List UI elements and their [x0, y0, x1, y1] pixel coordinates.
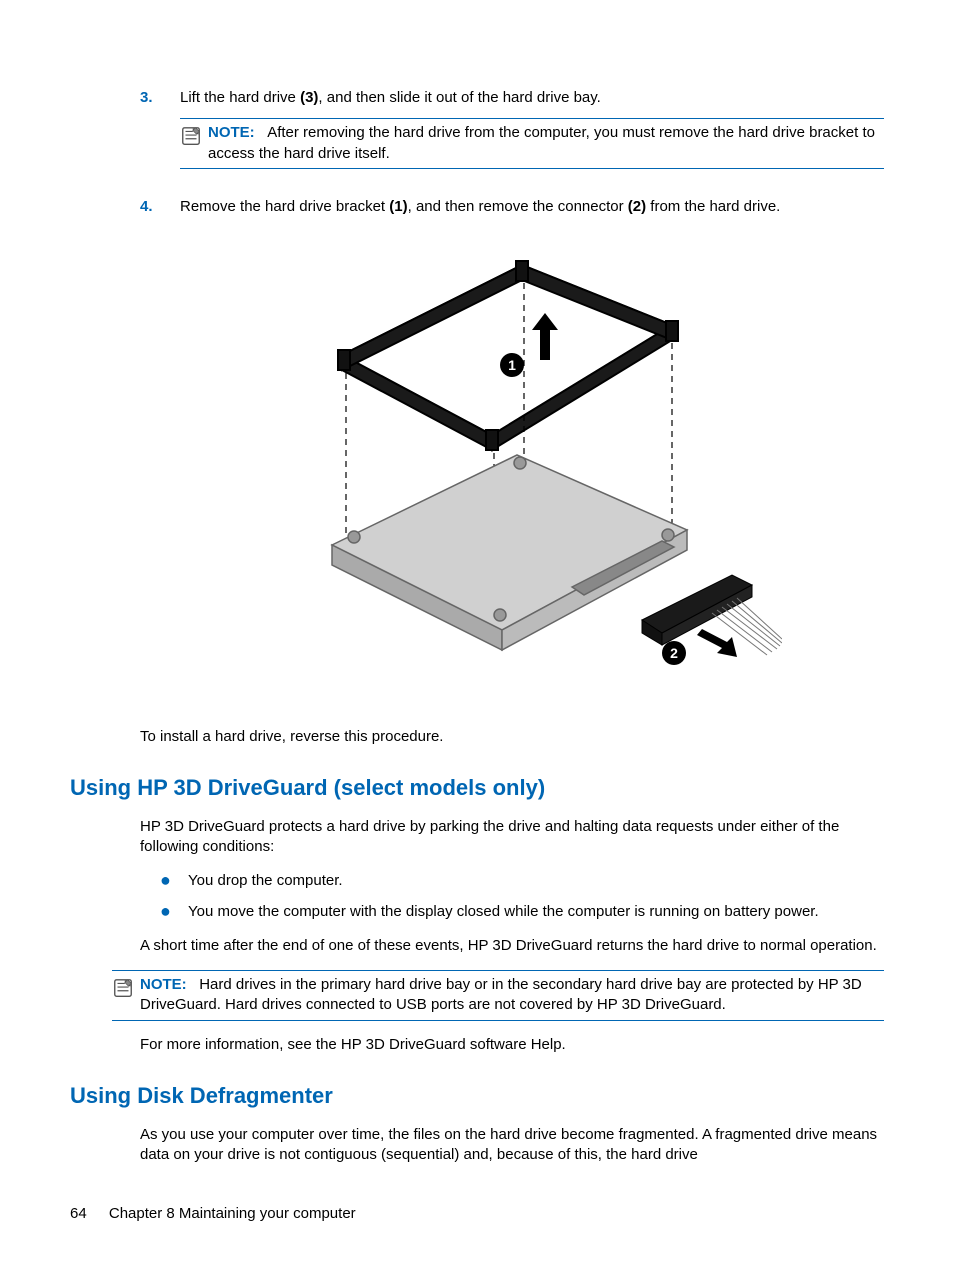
page-footer: 64 Chapter 8 Maintaining your computer — [70, 1204, 356, 1224]
note-box: NOTE: Hard drives in the primary hard dr… — [112, 970, 884, 1021]
ref-bold: (2) — [628, 198, 646, 215]
bullet-list: ● You drop the computer. ● You move the … — [140, 871, 884, 922]
paragraph: HP 3D DriveGuard protects a hard drive b… — [140, 817, 884, 858]
list-text: You drop the computer. — [188, 871, 343, 891]
page-number: 64 — [70, 1205, 87, 1222]
note-text: After removing the hard drive from the c… — [208, 124, 875, 161]
bullet-icon: ● — [160, 902, 188, 922]
note-content: NOTE: After removing the hard drive from… — [208, 123, 884, 164]
step-number: 3. — [140, 88, 180, 183]
note-icon — [180, 125, 202, 147]
note-icon — [112, 977, 134, 999]
heading-defragmenter: Using Disk Defragmenter — [70, 1081, 884, 1111]
step-body: Lift the hard drive (3), and then slide … — [180, 88, 884, 183]
step-body: Remove the hard drive bracket (1), and t… — [180, 197, 884, 217]
text: , and then slide it out of the hard driv… — [318, 89, 600, 106]
note-text: Hard drives in the primary hard drive ba… — [140, 976, 862, 1013]
svg-text:2: 2 — [670, 645, 678, 661]
svg-text:1: 1 — [508, 357, 516, 373]
heading-driveguard: Using HP 3D DriveGuard (select models on… — [70, 773, 884, 803]
text: , and then remove the connector — [408, 198, 628, 215]
text: Lift the hard drive — [180, 89, 300, 106]
step-number: 4. — [140, 197, 180, 217]
list-item: ● You drop the computer. — [160, 871, 884, 891]
paragraph: For more information, see the HP 3D Driv… — [140, 1035, 884, 1055]
list-item: ● You move the computer with the display… — [160, 902, 884, 922]
paragraph: A short time after the end of one of the… — [140, 936, 884, 956]
paragraph: As you use your computer over time, the … — [140, 1125, 884, 1166]
list-text: You move the computer with the display c… — [188, 902, 819, 922]
note-content: NOTE: Hard drives in the primary hard dr… — [140, 975, 884, 1016]
ref-bold: (3) — [300, 89, 318, 106]
text: from the hard drive. — [646, 198, 780, 215]
install-note: To install a hard drive, reverse this pr… — [140, 727, 884, 747]
note-label: NOTE: — [208, 124, 255, 141]
callout-2-icon: 2 — [662, 641, 686, 665]
step-4: 4. Remove the hard drive bracket (1), an… — [140, 197, 884, 217]
note-label: NOTE: — [140, 976, 187, 993]
arrow-up-icon — [532, 313, 558, 360]
ref-bold: (1) — [389, 198, 407, 215]
callout-1-icon: 1 — [500, 353, 524, 377]
note-box: NOTE: After removing the hard drive from… — [180, 118, 884, 169]
hard-drive-diagram: 1 — [242, 235, 782, 705]
step-3: 3. Lift the hard drive (3), and then sli… — [140, 88, 884, 183]
chapter-label: Chapter 8 Maintaining your computer — [109, 1205, 356, 1222]
bullet-icon: ● — [160, 871, 188, 891]
text: Remove the hard drive bracket — [180, 198, 389, 215]
arrow-diag-icon — [697, 629, 737, 657]
